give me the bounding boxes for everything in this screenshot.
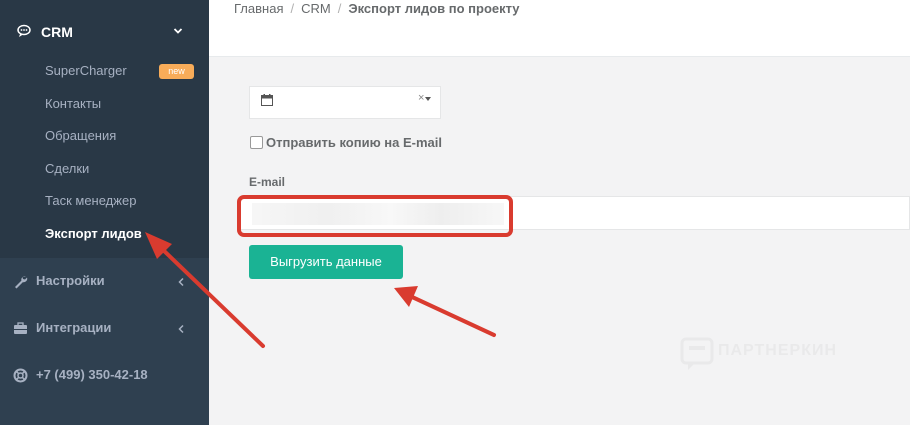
clear-icon[interactable]: × <box>418 92 424 104</box>
watermark: ПАРТНЕРКИН <box>680 337 860 373</box>
sidebar-item-label: CRM <box>41 24 73 40</box>
wrench-icon <box>15 276 28 289</box>
calendar-icon <box>261 94 273 106</box>
watermark-logo-icon <box>680 337 714 370</box>
sidebar-item-phone[interactable]: +7 (499) 350-42-18 <box>0 353 209 399</box>
sidebar-item-label: Интеграции <box>36 320 112 335</box>
new-badge: new <box>159 64 194 79</box>
briefcase-icon <box>14 322 27 334</box>
sidebar-subitem-supercharger[interactable]: SuperCharger <box>45 63 127 78</box>
sidebar-item-integrations[interactable]: Интеграции <box>0 306 209 352</box>
lifebuoy-icon <box>13 368 28 383</box>
crm-menu-group: CRM SuperCharger new Контакты Обращения … <box>0 0 209 258</box>
chat-icon <box>17 24 31 37</box>
sidebar-subitem-task-manager[interactable]: Таск менеджер <box>45 193 136 208</box>
caret-down-icon[interactable] <box>425 97 431 101</box>
sidebar: CRM SuperCharger new Контакты Обращения … <box>0 0 209 425</box>
sidebar-subitem-requests[interactable]: Обращения <box>45 128 116 143</box>
chevron-down-icon <box>173 28 183 34</box>
breadcrumb-home[interactable]: Главная <box>234 1 283 16</box>
annotation-arrow-button <box>394 286 496 337</box>
sidebar-subitem-contacts[interactable]: Контакты <box>45 96 101 111</box>
sidebar-item-label: Настройки <box>36 273 105 288</box>
breadcrumb: Главная / CRM / Экспорт лидов по проекту <box>234 1 520 16</box>
date-range-select[interactable]: × <box>249 86 441 119</box>
breadcrumb-current: Экспорт лидов по проекту <box>348 1 520 16</box>
sidebar-item-crm[interactable]: CRM <box>0 10 209 54</box>
chevron-left-icon <box>178 324 184 334</box>
copy-email-checkbox[interactable] <box>250 136 263 149</box>
email-label: E-mail <box>249 175 286 189</box>
breadcrumb-separator: / <box>337 1 342 16</box>
watermark-text: ПАРТНЕРКИН <box>718 342 838 359</box>
export-data-button[interactable]: Выгрузить данные <box>249 245 403 279</box>
sidebar-item-label: +7 (499) 350-42-18 <box>36 367 148 382</box>
annotation-highlight-box <box>237 195 513 237</box>
sidebar-subitem-export-leads[interactable]: Экспорт лидов <box>45 226 142 241</box>
breadcrumb-separator: / <box>290 1 295 16</box>
sidebar-subitem-deals[interactable]: Сделки <box>45 161 89 176</box>
page-header: Главная / CRM / Экспорт лидов по проекту <box>209 0 910 57</box>
sidebar-item-settings[interactable]: Настройки <box>0 259 209 305</box>
chevron-left-icon <box>178 277 184 287</box>
copy-email-label: Отправить копию на E-mail <box>266 135 442 150</box>
breadcrumb-crm[interactable]: CRM <box>301 1 331 16</box>
